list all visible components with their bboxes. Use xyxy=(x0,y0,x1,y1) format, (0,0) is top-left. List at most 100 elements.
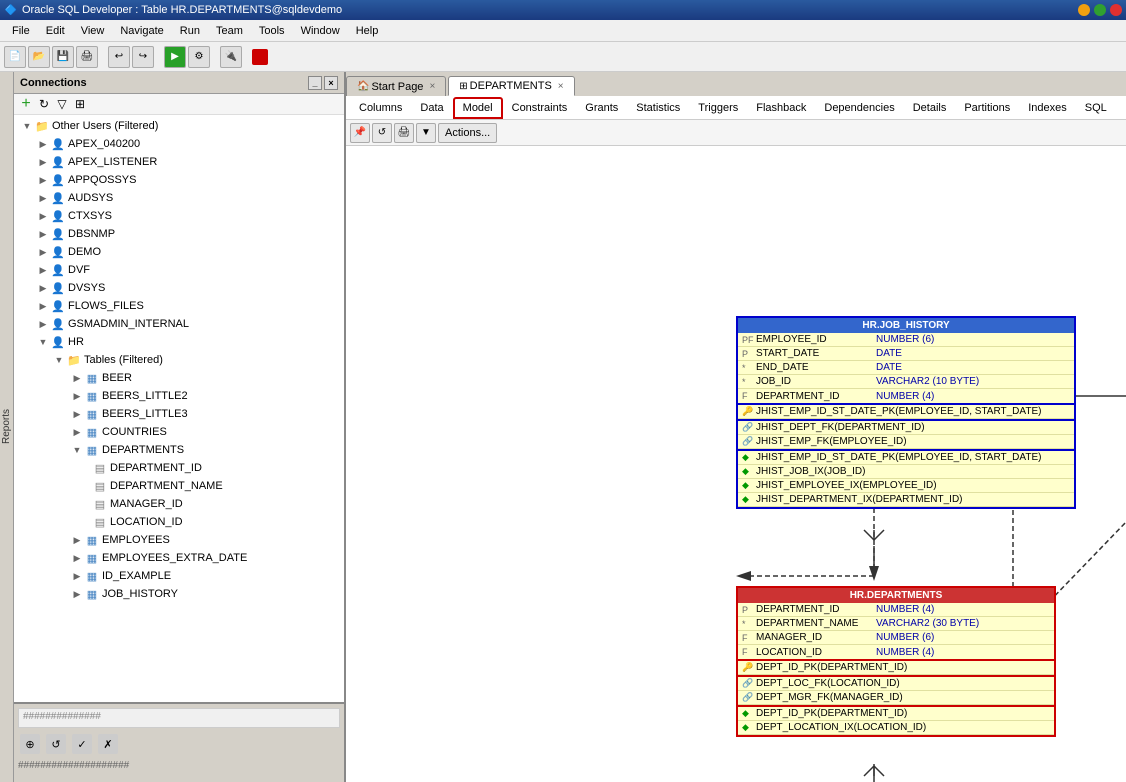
tree-arrow-audsys[interactable]: ▶ xyxy=(36,191,50,205)
bottom-icon-2[interactable]: ↺ xyxy=(46,734,66,754)
tree-arrow-apex040200[interactable]: ▶ xyxy=(36,137,50,151)
tree-arrow-employees-extra-date[interactable]: ▶ xyxy=(70,551,84,565)
tab-departments-close[interactable]: × xyxy=(558,81,564,92)
close-button[interactable] xyxy=(1110,4,1122,16)
erd-canvas[interactable]: HR.JOB_HISTORY PF EMPLOYEE_ID NUMBER (6)… xyxy=(346,146,1126,782)
tree-arrow-id-example[interactable]: ▶ xyxy=(70,569,84,583)
tree-arrow-dbsnmp[interactable]: ▶ xyxy=(36,227,50,241)
subtab-flashback[interactable]: Flashback xyxy=(747,98,815,118)
tree-arrow-other-users[interactable]: ▼ xyxy=(20,119,34,133)
connections-minimize[interactable]: _ xyxy=(308,76,322,90)
tree-item-location-id-col[interactable]: ▤ LOCATION_ID xyxy=(16,513,342,531)
print-erd-button[interactable]: 🖨 xyxy=(394,123,414,143)
menu-help[interactable]: Help xyxy=(348,23,387,39)
tree-item-beer[interactable]: ▶ ▦ BEER xyxy=(16,369,342,387)
tree-item-gsmadmin[interactable]: ▶ 👤 GSMADMIN_INTERNAL xyxy=(16,315,342,333)
tree-arrow-beer[interactable]: ▶ xyxy=(70,371,84,385)
debug-button[interactable]: ⚙ xyxy=(188,46,210,68)
tree-item-appqossys[interactable]: ▶ 👤 APPQOSSYS xyxy=(16,171,342,189)
connections-close[interactable]: × xyxy=(324,76,338,90)
subtab-indexes[interactable]: Indexes xyxy=(1019,98,1076,118)
pin-button[interactable]: 📌 xyxy=(350,123,370,143)
tree-arrow-job-history[interactable]: ▶ xyxy=(70,587,84,601)
tree-arrow-hr[interactable]: ▼ xyxy=(36,335,50,349)
erd-table-departments[interactable]: HR.DEPARTMENTS P DEPARTMENT_ID NUMBER (4… xyxy=(736,586,1056,737)
actions-button[interactable]: Actions... xyxy=(438,123,497,143)
tree-arrow-gsmadmin[interactable]: ▶ xyxy=(36,317,50,331)
tab-start-page-close[interactable]: × xyxy=(429,81,435,92)
dropdown-button[interactable]: ▼ xyxy=(416,123,436,143)
menu-team[interactable]: Team xyxy=(208,23,251,39)
tree-arrow-beers-little3[interactable]: ▶ xyxy=(70,407,84,421)
tree-arrow-beers-little2[interactable]: ▶ xyxy=(70,389,84,403)
menu-edit[interactable]: Edit xyxy=(38,23,73,39)
tree-arrow-appqossys[interactable]: ▶ xyxy=(36,173,50,187)
subtab-details[interactable]: Details xyxy=(904,98,956,118)
tree-item-job-history[interactable]: ▶ ▦ JOB_HISTORY xyxy=(16,585,342,603)
tree-item-dvsys[interactable]: ▶ 👤 DVSYS xyxy=(16,279,342,297)
refresh-erd-button[interactable]: ↺ xyxy=(372,123,392,143)
redo-button[interactable]: ↪ xyxy=(132,46,154,68)
tree-item-id-example[interactable]: ▶ ▦ ID_EXAMPLE xyxy=(16,567,342,585)
menu-navigate[interactable]: Navigate xyxy=(112,23,171,39)
erd-table-job-history[interactable]: HR.JOB_HISTORY PF EMPLOYEE_ID NUMBER (6)… xyxy=(736,316,1076,509)
tree-item-audsys[interactable]: ▶ 👤 AUDSYS xyxy=(16,189,342,207)
subtab-statistics[interactable]: Statistics xyxy=(627,98,689,118)
tree-item-beers-little2[interactable]: ▶ ▦ BEERS_LITTLE2 xyxy=(16,387,342,405)
tree-arrow-apex-listener[interactable]: ▶ xyxy=(36,155,50,169)
filter-icon[interactable]: ▽ xyxy=(54,96,70,112)
tree-item-department-id-col[interactable]: ▤ DEPARTMENT_ID xyxy=(16,459,342,477)
tree-other-users[interactable]: ▼ 📁 Other Users (Filtered) xyxy=(16,117,342,135)
tree-item-manager-id-col[interactable]: ▤ MANAGER_ID xyxy=(16,495,342,513)
tree-item-demo[interactable]: ▶ 👤 DEMO xyxy=(16,243,342,261)
run-button[interactable]: ▶ xyxy=(164,46,186,68)
tab-start-page[interactable]: 🏠 Start Page × xyxy=(346,76,446,96)
tree-item-flows-files[interactable]: ▶ 👤 FLOWS_FILES xyxy=(16,297,342,315)
tree-item-beers-little3[interactable]: ▶ ▦ BEERS_LITTLE3 xyxy=(16,405,342,423)
tree-item-hr[interactable]: ▼ 👤 HR xyxy=(16,333,342,351)
subtab-partitions[interactable]: Partitions xyxy=(955,98,1019,118)
tree-arrow-countries[interactable]: ▶ xyxy=(70,425,84,439)
tree-item-departments[interactable]: ▼ ▦ DEPARTMENTS xyxy=(16,441,342,459)
menu-tools[interactable]: Tools xyxy=(251,23,293,39)
menu-view[interactable]: View xyxy=(73,23,113,39)
tree-item-apex040200[interactable]: ▶ 👤 APEX_040200 xyxy=(16,135,342,153)
add-connection-icon[interactable]: + xyxy=(18,96,34,112)
menu-window[interactable]: Window xyxy=(293,23,348,39)
tree-item-countries[interactable]: ▶ ▦ COUNTRIES xyxy=(16,423,342,441)
tree-arrow-ctxsys[interactable]: ▶ xyxy=(36,209,50,223)
new-button[interactable]: 📄 xyxy=(4,46,26,68)
tree-item-dbsnmp[interactable]: ▶ 👤 DBSNMP xyxy=(16,225,342,243)
subtab-dependencies[interactable]: Dependencies xyxy=(815,98,903,118)
tree-arrow-tables[interactable]: ▼ xyxy=(52,353,66,367)
subtab-data[interactable]: Data xyxy=(411,98,452,118)
tree-item-employees-extra-date[interactable]: ▶ ▦ EMPLOYEES_EXTRA_DATE xyxy=(16,549,342,567)
subtab-columns[interactable]: Columns xyxy=(350,98,411,118)
subtab-grants[interactable]: Grants xyxy=(576,98,627,118)
tree-arrow-dvf[interactable]: ▶ xyxy=(36,263,50,277)
minimize-button[interactable] xyxy=(1078,4,1090,16)
tree-item-ctxsys[interactable]: ▶ 👤 CTXSYS xyxy=(16,207,342,225)
tree-item-tables-filtered[interactable]: ▼ 📁 Tables (Filtered) xyxy=(16,351,342,369)
menu-run[interactable]: Run xyxy=(172,23,208,39)
tree-item-dvf[interactable]: ▶ 👤 DVF xyxy=(16,261,342,279)
menu-file[interactable]: File xyxy=(4,23,38,39)
schema-icon[interactable]: ⊞ xyxy=(72,96,88,112)
tab-departments[interactable]: ⊞ DEPARTMENTS × xyxy=(448,76,574,96)
tree-item-apex-listener[interactable]: ▶ 👤 APEX_LISTENER xyxy=(16,153,342,171)
tree-arrow-departments[interactable]: ▼ xyxy=(70,443,84,457)
subtab-constraints[interactable]: Constraints xyxy=(503,98,577,118)
tree-arrow-employees[interactable]: ▶ xyxy=(70,533,84,547)
subtab-model[interactable]: Model xyxy=(453,97,503,119)
maximize-button[interactable] xyxy=(1094,4,1106,16)
save-button[interactable]: 💾 xyxy=(52,46,74,68)
print-button[interactable]: 🖨 xyxy=(76,46,98,68)
stop-button[interactable] xyxy=(252,49,268,65)
bottom-icon-4[interactable]: ✗ xyxy=(98,734,118,754)
tree-arrow-dvsys[interactable]: ▶ xyxy=(36,281,50,295)
refresh-icon[interactable]: ↻ xyxy=(36,96,52,112)
subtab-sql[interactable]: SQL xyxy=(1076,98,1116,118)
reports-sidebar-tab[interactable]: Reports xyxy=(0,72,14,782)
tree-arrow-flows-files[interactable]: ▶ xyxy=(36,299,50,313)
undo-button[interactable]: ↩ xyxy=(108,46,130,68)
